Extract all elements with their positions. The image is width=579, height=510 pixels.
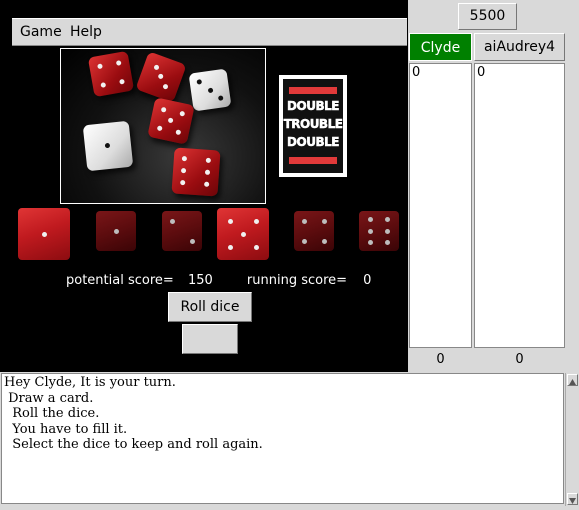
die-pip: [113, 228, 119, 234]
die-pip: [367, 217, 373, 223]
potential-score-label: potential score=: [66, 273, 174, 288]
die-pip: [169, 218, 175, 224]
die-4[interactable]: [217, 208, 269, 260]
scroll-down-arrow-icon[interactable]: [567, 493, 578, 505]
running-score-value: 0: [363, 273, 372, 288]
die-pip: [367, 228, 373, 234]
die-3[interactable]: [162, 211, 202, 251]
die-pip: [41, 231, 47, 237]
running-score-label: running score=: [246, 273, 348, 288]
secondary-button[interactable]: [182, 324, 238, 354]
die-5[interactable]: [294, 211, 334, 251]
game-area: Game Help DOUBLE TROUBLE DOUBLE potentia…: [0, 0, 408, 372]
die-pip: [301, 238, 307, 244]
log-line: Hey Clyde, It is your turn.: [4, 375, 176, 390]
die-pip: [367, 239, 373, 245]
list-item: 0: [412, 65, 421, 80]
menu-bar: Game Help: [12, 18, 407, 46]
potential-score-value: 150: [187, 273, 213, 288]
card-word-3: DOUBLE: [283, 135, 343, 149]
die-pip: [385, 239, 391, 245]
player-column-header-aiaudrey4: aiAudrey4: [474, 33, 565, 61]
die-pip: [240, 231, 246, 237]
drawn-card[interactable]: DOUBLE TROUBLE DOUBLE: [278, 74, 348, 178]
player-column-header-clyde: Clyde: [409, 33, 472, 61]
log-scrollbar[interactable]: [565, 373, 579, 506]
die-pip: [189, 238, 195, 244]
menu-game[interactable]: Game: [20, 24, 62, 40]
die-pip: [321, 218, 327, 224]
die-2[interactable]: [96, 211, 136, 251]
card-word-2: TROUBLE: [283, 117, 343, 131]
die-pip: [227, 218, 233, 224]
dice-photo: [60, 48, 266, 204]
die-6[interactable]: [359, 211, 399, 251]
player-total-aiaudrey4: 0: [515, 352, 524, 367]
log-line: Roll the dice.: [4, 406, 100, 421]
menu-help[interactable]: Help: [70, 24, 102, 40]
die-pip: [385, 217, 391, 223]
scroll-up-arrow-icon[interactable]: [567, 374, 578, 386]
message-log[interactable]: Hey Clyde, It is your turn. Draw a card.…: [1, 373, 564, 504]
log-line: You have to fill it.: [4, 421, 128, 437]
die-pip: [321, 238, 327, 244]
card-word-1: DOUBLE: [283, 99, 343, 113]
score-line: potential score= 150 running score= 0: [66, 273, 371, 288]
target-score: 5500: [458, 3, 517, 30]
player-score-list-aiaudrey4: 0: [474, 63, 565, 348]
list-item: 0: [477, 65, 486, 80]
log-line: Select the dice to keep and roll again.: [4, 437, 263, 452]
die-pip: [253, 244, 259, 250]
roll-dice-button[interactable]: Roll dice: [168, 292, 252, 322]
die-pip: [227, 244, 233, 250]
die-pip: [385, 228, 391, 234]
player-total-clyde: 0: [436, 352, 445, 367]
log-line: Draw a card.: [4, 390, 94, 406]
die-pip: [253, 218, 259, 224]
die-pip: [301, 218, 307, 224]
player-score-list-clyde: 0: [409, 63, 472, 348]
die-1[interactable]: [18, 208, 70, 260]
